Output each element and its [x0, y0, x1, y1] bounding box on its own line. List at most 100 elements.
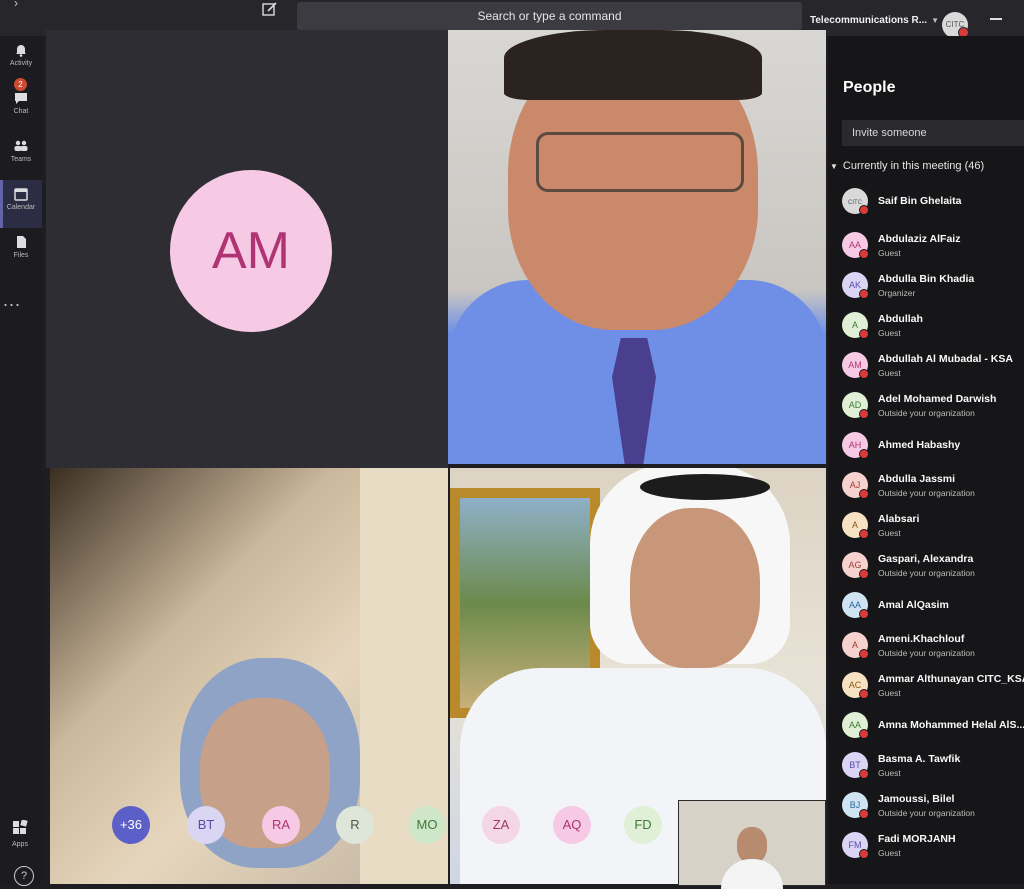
- invite-someone-input[interactable]: Invite someone: [842, 120, 1024, 146]
- participant-initials: AA: [848, 720, 861, 730]
- participant-row[interactable]: A Alabsari Guest: [842, 510, 1024, 546]
- meeting-stage: AM: [42, 30, 828, 889]
- participant-name: Abdulaziz AlFaiz: [878, 233, 961, 245]
- tenant-switcher[interactable]: Telecommunications R... ▼: [810, 15, 939, 26]
- rail-activity-label: Activity: [9, 60, 33, 67]
- participant-role: Guest: [878, 768, 901, 778]
- participant-initials: AA: [848, 240, 861, 250]
- participant-avatar: AD: [842, 392, 869, 419]
- chat-badge: 2: [14, 78, 27, 91]
- roster-avatar[interactable]: ZA: [482, 806, 520, 844]
- participant-name: Jamoussi, Bilel: [878, 793, 955, 805]
- participant-initials: A: [851, 320, 858, 330]
- participant-name: Alabsari: [878, 513, 920, 525]
- files-icon: [17, 236, 26, 248]
- mic-muted-status-icon: [859, 205, 869, 215]
- help-button[interactable]: ?: [14, 866, 34, 886]
- participant-initials: AH: [848, 440, 862, 450]
- more-apps-button[interactable]: ...: [3, 290, 21, 311]
- participant-row[interactable]: FM Fadi MORJANH Guest: [842, 830, 1024, 866]
- participant-row[interactable]: BT Basma A. Tawfik Guest: [842, 750, 1024, 786]
- participant-role: Guest: [878, 248, 901, 258]
- participant-name: Amal AlQasim: [878, 599, 949, 611]
- participant-roster: +36 BT RA R MO ZA AQ FD: [72, 806, 832, 856]
- roster-avatar[interactable]: BT: [187, 806, 225, 844]
- participant-name: Abdullah Al Mubadal - KSA: [878, 353, 1013, 365]
- participant-initials: AK: [848, 280, 861, 290]
- participant-role: Guest: [878, 368, 901, 378]
- participant-row[interactable]: AA Abdulaziz AlFaiz Guest: [842, 230, 1024, 266]
- roster-avatar[interactable]: MO: [408, 806, 446, 844]
- participant-avatar: BJ: [842, 792, 869, 819]
- participant-video-3-face: [630, 508, 760, 668]
- participant-row[interactable]: AD Adel Mohamed Darwish Outside your organ…: [842, 390, 1024, 426]
- participant-row[interactable]: AC Ammar Althunayan CITC_KSA Guest: [842, 670, 1024, 706]
- participant-name: Saif Bin Ghelaita: [878, 195, 962, 207]
- participant-initials: AC: [848, 680, 862, 690]
- mic-muted-status-icon: [859, 449, 869, 459]
- rail-files[interactable]: Files: [0, 228, 42, 276]
- participant-name: Abdulla Jassmi: [878, 473, 956, 485]
- participant-initials: BJ: [849, 800, 861, 810]
- participant-row[interactable]: A Ameni.Khachlouf Outside your organizatio…: [842, 630, 1024, 666]
- rail-files-label: Files: [13, 252, 29, 259]
- mic-muted-status-icon: [859, 689, 869, 699]
- participant-video-1[interactable]: [448, 30, 826, 464]
- rail-teams[interactable]: Teams: [0, 132, 42, 180]
- participant-role: Outside your organization: [878, 648, 975, 658]
- participant-name: Fadi MORJANH: [878, 833, 956, 845]
- participant-row[interactable]: AK Abdulla Bin Khadia Organizer: [842, 270, 1024, 306]
- participant-row[interactable]: CITC Saif Bin Ghelaita: [842, 186, 1024, 222]
- rail-calendar[interactable]: Calendar: [0, 180, 42, 228]
- roster-overflow[interactable]: +36: [112, 806, 150, 844]
- rail-teams-label: Teams: [10, 156, 32, 163]
- roster-avatar[interactable]: AQ: [553, 806, 591, 844]
- rail-apps[interactable]: Apps: [12, 819, 54, 848]
- in-meeting-section-header[interactable]: ▼ Currently in this meeting (46): [830, 160, 984, 172]
- participant-name: Adel Mohamed Darwish: [878, 393, 997, 405]
- roster-avatar[interactable]: R: [336, 806, 374, 844]
- participant-tile-am[interactable]: AM: [46, 30, 448, 468]
- rail-calendar-label: Calendar: [6, 204, 36, 211]
- roster-avatar[interactable]: RA: [262, 806, 300, 844]
- roster-initials: ZA: [492, 817, 510, 832]
- back-chevron-icon[interactable]: ›: [14, 0, 18, 10]
- rail-activity[interactable]: Activity: [0, 36, 42, 84]
- participant-role: Guest: [878, 328, 901, 338]
- participant-row[interactable]: AA Amal AlQasim: [842, 590, 1024, 626]
- roster-overflow-count: +36: [119, 817, 143, 832]
- roster-avatar[interactable]: FD: [624, 806, 662, 844]
- participant-row[interactable]: AH Ahmed Habashy: [842, 430, 1024, 466]
- bell-icon: [16, 45, 26, 57]
- participant-avatar: BT: [842, 752, 869, 779]
- participant-row[interactable]: A Abdullah Guest: [842, 310, 1024, 346]
- participant-initials: BT: [849, 760, 861, 770]
- participant-name: Abdullah: [878, 313, 923, 325]
- participant-initials: AD: [848, 400, 862, 410]
- rail-chat[interactable]: 2 Chat: [0, 78, 42, 132]
- mic-muted-status-icon: [859, 249, 869, 259]
- participant-name: Abdulla Bin Khadia: [878, 273, 975, 285]
- participant-role: Outside your organization: [878, 568, 975, 578]
- participant-avatar: AG: [842, 552, 869, 579]
- participant-video-1-glasses: [536, 132, 744, 192]
- profile-avatar[interactable]: CITC: [942, 12, 969, 38]
- participant-row[interactable]: AG Gaspari, Alexandra Outside your organiz…: [842, 550, 1024, 586]
- rail-apps-label: Apps: [12, 841, 28, 848]
- app-rail: Activity 2 Chat Teams Calendar Files ...: [0, 36, 42, 884]
- participant-row[interactable]: BJ Jamoussi, Bilel Outside your organizati…: [842, 790, 1024, 826]
- roster-initials: MO: [416, 817, 438, 832]
- participant-avatar: A: [842, 512, 869, 539]
- participant-initials: A: [851, 520, 858, 530]
- participant-name: Ahmed Habashy: [878, 439, 961, 451]
- participant-row[interactable]: AJ Abdulla Jassmi Outside your organizatio…: [842, 470, 1024, 506]
- participant-row[interactable]: AA Amna Mohammed Helal AlS...: [842, 710, 1024, 746]
- command-search-box[interactable]: Search or type a command: [297, 2, 802, 30]
- roster-initials: AQ: [562, 817, 582, 832]
- mic-muted-status-icon: [859, 569, 869, 579]
- compose-icon[interactable]: [261, 0, 279, 18]
- minimize-button[interactable]: [990, 18, 1002, 20]
- participant-row[interactable]: AM Abdullah Al Mubadal - KSA Guest: [842, 350, 1024, 386]
- participant-initials: AJ: [849, 480, 861, 490]
- chat-icon: [15, 93, 27, 104]
